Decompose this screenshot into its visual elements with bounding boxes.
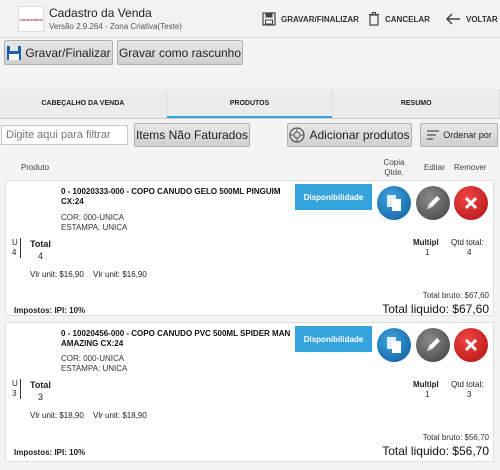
copy-icon: [387, 195, 401, 211]
sort-icon: [427, 130, 440, 140]
app-subtitle: Versão 2.9.264 - Zona Criativa(Teste): [49, 22, 182, 31]
tab-products-label: PRODUTOS: [229, 100, 270, 107]
close-icon: [464, 196, 478, 210]
pencil-icon: [427, 338, 440, 351]
multiple-label: Multipl: [413, 380, 439, 389]
multiple-label: Multipl: [413, 238, 439, 247]
save-draft-button-label: Gravar como rascunho: [118, 45, 242, 60]
product-color: COR: 000-UNICA: [61, 354, 125, 363]
edit-item-button[interactable]: [416, 328, 450, 362]
tab-header[interactable]: CABEÇALHO DA VENDA: [0, 89, 167, 118]
product-item-card[interactable]: 0 - 10020333-000 - COPO CANUDO GELO 500M…: [5, 180, 494, 316]
multiple-value: 1: [425, 248, 430, 257]
unit-qty-box: U3: [12, 379, 21, 399]
copy-qty-button[interactable]: [377, 186, 411, 220]
save-icon: [262, 12, 276, 26]
tab-bar: CABEÇALHO DA VENDA PRODUTOS RESUMO: [0, 89, 500, 119]
save-draft-button[interactable]: Gravar como rascunho: [117, 40, 243, 65]
tab-summary-label: RESUMO: [400, 100, 432, 107]
gross-total: Total bruto: $56,70: [422, 433, 489, 442]
qty-total-value: 4: [467, 248, 472, 257]
app-bar: zonacriativa Cadastro da Venda Versão 2.…: [0, 0, 500, 38]
save-finalize-button[interactable]: Gravar/Finalizar: [4, 40, 113, 65]
column-copy-qty: Copia Qtde.: [383, 158, 405, 177]
cancel-action[interactable]: CANCELAR: [368, 9, 430, 29]
gross-total: Total bruto: $67,60: [422, 291, 489, 300]
qty-total-value: 3: [467, 390, 472, 399]
product-print: ESTAMPA: UNICA: [61, 364, 128, 373]
back-label: VOLTAR: [466, 14, 498, 24]
not-invoiced-items-button[interactable]: Items Não Faturados: [134, 123, 250, 147]
total-label: Total: [30, 380, 51, 390]
availability-button[interactable]: Disponibilidade: [295, 184, 372, 210]
save-finalize-label: GRAVAR/FINALIZAR: [281, 14, 359, 24]
edit-item-button[interactable]: [416, 186, 450, 220]
unit-price-net: Vlr unit: $16,90: [93, 270, 147, 279]
save-finalize-button-label: Gravar/Finalizar: [25, 45, 111, 60]
back-action[interactable]: VOLTAR: [445, 9, 498, 29]
remove-item-button[interactable]: [454, 328, 488, 362]
total-label: Total: [30, 239, 51, 249]
qty-total-label: Qtd total:: [451, 380, 484, 389]
floppy-icon: [7, 45, 22, 60]
trash-icon: [369, 12, 379, 26]
qty-total-label: Qtd total:: [451, 238, 484, 247]
total-value: 3: [38, 392, 44, 402]
copy-icon: [387, 337, 401, 353]
app-logo: zonacriativa: [18, 6, 44, 32]
close-icon: [464, 338, 478, 352]
copy-qty-button[interactable]: [377, 328, 411, 362]
availability-button[interactable]: Disponibilidade: [295, 326, 372, 352]
remove-item-button[interactable]: [454, 186, 488, 220]
product-print: ESTAMPA: UNICA: [61, 223, 128, 232]
product-item-card[interactable]: 0 - 10020456-000 - COPO CANUDO PVC 500ML…: [5, 322, 494, 462]
net-total: Total liquido: $67,60: [382, 302, 489, 316]
taxes: Impostos: IPI: 10%: [14, 448, 86, 457]
pencil-icon: [427, 196, 440, 209]
tab-products[interactable]: PRODUTOS: [166, 89, 334, 118]
unit-price: Vlr unit: $18,90: [30, 411, 84, 420]
unit-price: Vlr unit: $16,90: [30, 270, 84, 279]
net-total: Total liquido: $56,70: [382, 444, 489, 458]
column-remove: Remover: [454, 163, 487, 172]
tab-header-label: CABEÇALHO DA VENDA: [41, 100, 125, 107]
unit-qty-box: U4: [12, 238, 21, 258]
total-value: 4: [38, 251, 44, 261]
sort-by-label: Ordenar por: [443, 130, 492, 140]
column-edit: Editar: [424, 163, 445, 172]
save-finalize-action[interactable]: GRAVAR/FINALIZAR: [262, 9, 359, 29]
unit-price-net: Vlr unit: $18,90: [93, 411, 147, 420]
filter-input[interactable]: [1, 125, 128, 145]
product-description: 0 - 10020456-000 - COPO CANUDO PVC 500ML…: [61, 329, 291, 348]
not-invoiced-label: Items Não Faturados: [135, 128, 249, 142]
sort-by-button[interactable]: Ordenar por: [420, 123, 498, 147]
add-products-icon: [289, 127, 306, 143]
add-products-label: Adicionar produtos: [309, 128, 410, 142]
cancel-label: CANCELAR: [385, 14, 430, 24]
product-color: COR: 000-UNICA: [61, 213, 125, 222]
app-title: Cadastro da Venda: [49, 6, 152, 20]
column-product: Produto: [21, 163, 50, 172]
tab-summary[interactable]: RESUMO: [333, 89, 500, 118]
add-products-button[interactable]: Adicionar produtos: [287, 123, 412, 147]
multiple-value: 1: [425, 390, 430, 399]
arrow-left-icon: [445, 13, 460, 25]
taxes: Impostos: IPI: 10%: [14, 306, 86, 315]
product-description: 0 - 10020333-000 - COPO CANUDO GELO 500M…: [61, 187, 281, 206]
